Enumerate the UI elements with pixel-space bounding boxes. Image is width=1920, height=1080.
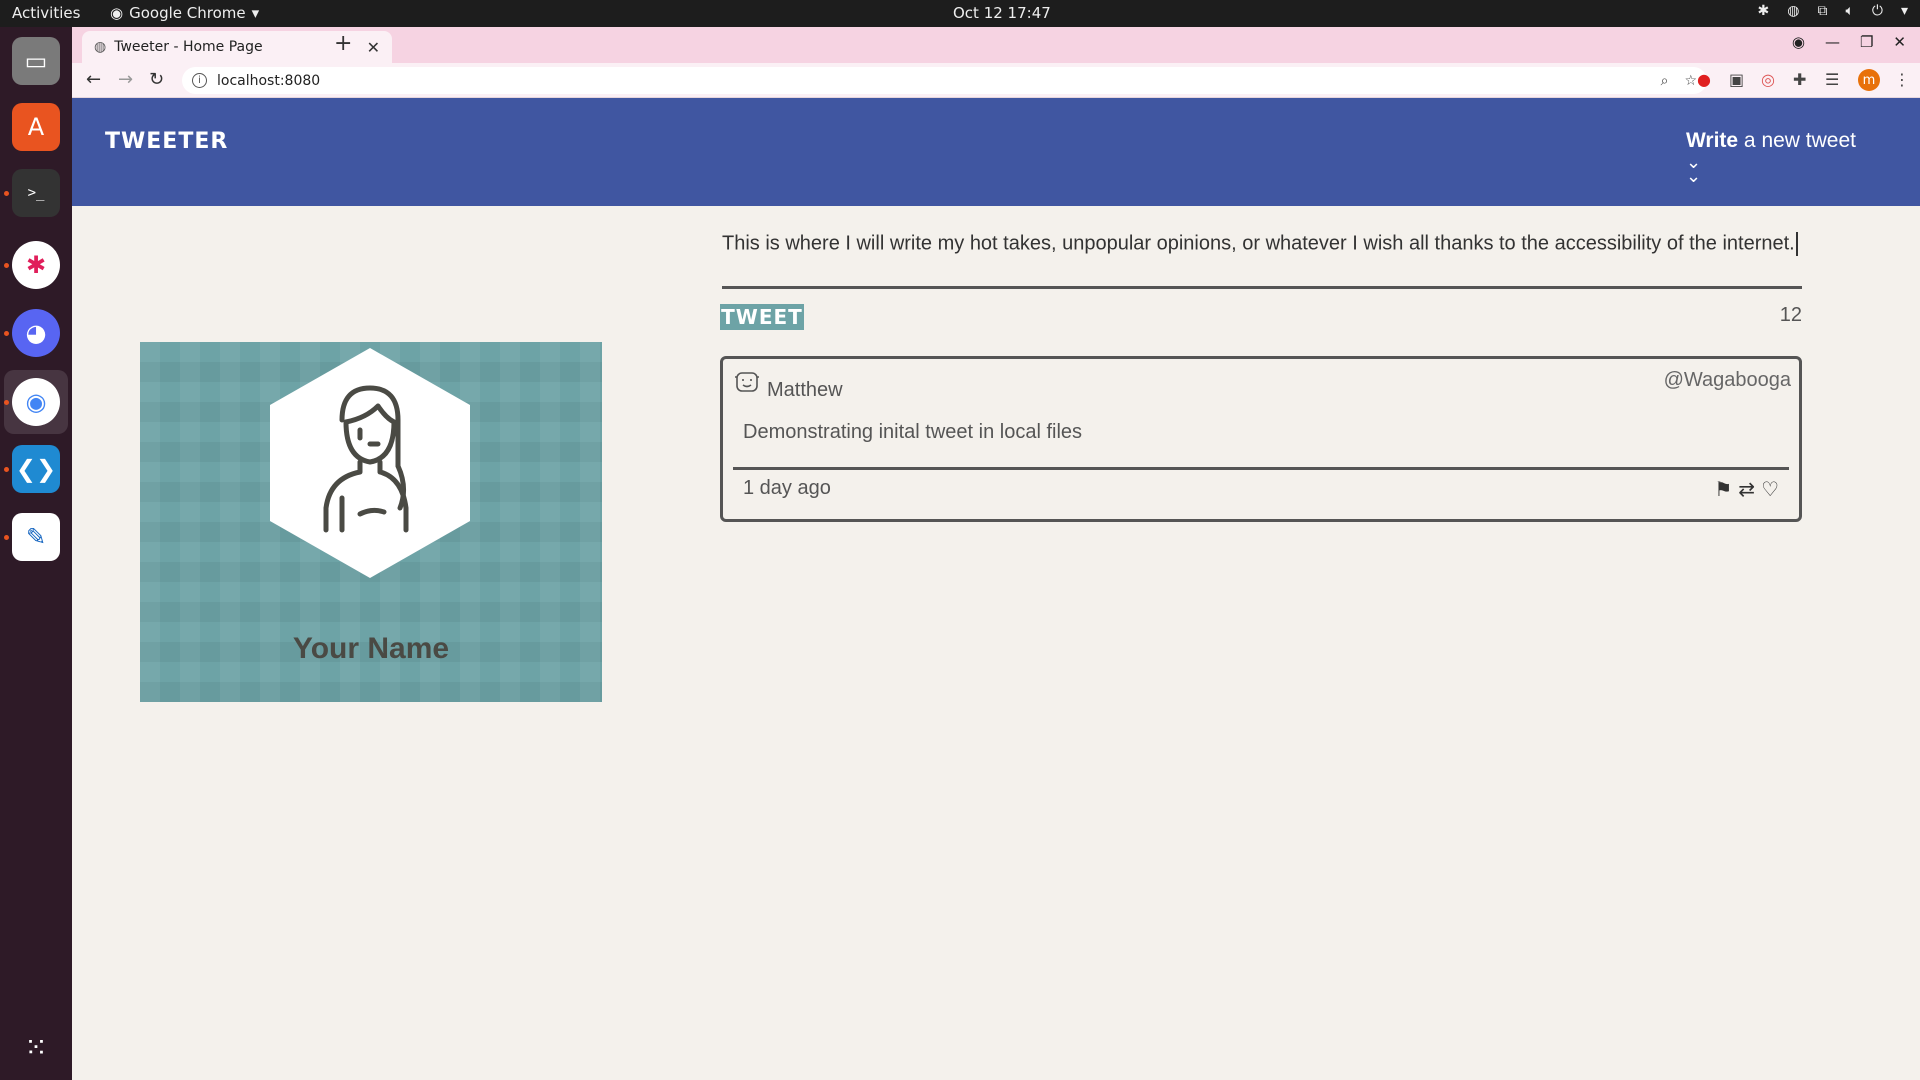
show-apps-icon[interactable]: ⁙	[12, 1023, 60, 1071]
tweet-text-value: This is where I will write my hot takes,…	[722, 232, 1795, 255]
running-indicator	[4, 467, 9, 472]
user-avatar-icon	[270, 348, 470, 578]
extension-icon[interactable]: ◎	[1761, 70, 1775, 89]
app-menu-label: Google Chrome	[129, 4, 246, 22]
running-indicator	[4, 400, 9, 405]
files-icon[interactable]: ▭	[12, 37, 60, 85]
software-icon[interactable]: A	[12, 103, 60, 151]
zoom-icon[interactable]: ⌕	[1661, 73, 1669, 89]
clock[interactable]: Oct 12 17:47	[953, 4, 1051, 22]
tweet-timestamp: 1 day ago	[743, 477, 831, 499]
browser-toolbar: ← → ↻ i localhost:8080 ⌕ ☆ ● ▣ ◎ ✚ ☰ m ⋮	[72, 63, 1920, 98]
bookmark-star-icon[interactable]: ☆	[1684, 73, 1697, 89]
power-icon[interactable]: ⏻	[1872, 3, 1883, 19]
slack-icon[interactable]: ✱	[12, 241, 60, 289]
close-window-icon[interactable]: ✕	[1893, 33, 1906, 51]
retweet-icon[interactable]: ⇄	[1738, 477, 1755, 501]
flag-icon[interactable]: ⚑	[1714, 477, 1732, 501]
profile-avatar[interactable]: m	[1858, 69, 1880, 91]
tweet-actions: ⚑ ⇄ ♡	[1714, 477, 1779, 501]
minimize-icon[interactable]: —	[1825, 33, 1840, 51]
url-text: localhost:8080	[217, 72, 321, 89]
tweet-author-avatar-icon	[735, 372, 759, 392]
heart-icon[interactable]: ♡	[1761, 477, 1779, 501]
site-info-icon[interactable]: i	[192, 73, 207, 88]
character-counter: 12	[1779, 304, 1802, 326]
extension-icon[interactable]: ▣	[1729, 70, 1744, 89]
tweet-author-name: Matthew	[767, 379, 843, 401]
running-indicator	[4, 535, 9, 540]
write-new-tweet-toggle[interactable]: Write a new tweet ⌄ ⌄	[1685, 129, 1856, 186]
activities-button[interactable]: Activities	[12, 4, 80, 22]
chrome-icon: ◉	[110, 4, 124, 22]
vscode-icon[interactable]: ❮❯	[12, 445, 60, 493]
tweet-article: Matthew @Wagabooga Demonstrating inital …	[720, 356, 1802, 522]
network-icon[interactable]: ⧉	[1817, 3, 1827, 19]
app-menu[interactable]: ◉ Google Chrome ▾	[110, 4, 259, 22]
volume-icon[interactable]: 🔈︎	[1845, 3, 1853, 19]
double-chevron-down-icon: ⌄ ⌄	[1685, 152, 1702, 186]
window-controls: ◉ — ❐ ✕	[1792, 33, 1906, 51]
tweet-textarea[interactable]: This is where I will write my hot takes,…	[722, 232, 1802, 256]
composer-divider	[722, 286, 1802, 289]
forward-icon[interactable]: →	[118, 69, 133, 90]
reload-icon[interactable]: ↻	[149, 69, 164, 90]
running-indicator	[4, 331, 9, 336]
text-editor-icon[interactable]: ✎	[12, 513, 60, 561]
reading-list-icon[interactable]: ☰	[1825, 70, 1839, 89]
web-page: TWEETER Write a new tweet ⌄ ⌄ Your Name T	[72, 98, 1920, 1080]
chevron-down-icon[interactable]: ▾	[1901, 3, 1908, 19]
kebab-menu-icon[interactable]: ⋮	[1894, 70, 1910, 89]
opera-extension-icon[interactable]: ●	[1697, 70, 1711, 89]
back-icon[interactable]: ←	[86, 69, 101, 90]
restore-icon[interactable]: ❐	[1860, 33, 1873, 51]
chrome-icon[interactable]: ◉	[12, 378, 60, 426]
system-tray[interactable]: ✱ ◍ ⧉ 🔈︎ ⏻ ▾	[1758, 3, 1908, 19]
profile-name: Your Name	[292, 632, 450, 665]
compose-label: a new tweet	[1738, 129, 1856, 152]
site-header: TWEETER Write a new tweet ⌄ ⌄	[72, 98, 1920, 206]
site-brand[interactable]: TWEETER	[105, 129, 228, 154]
slack-tray-icon[interactable]: ✱	[1758, 3, 1770, 19]
tab-strip: ◍ Tweeter - Home Page ✕ + ◉ — ❐ ✕	[72, 27, 1920, 63]
running-indicator	[4, 191, 9, 196]
tab-search-icon[interactable]: ◉	[1792, 33, 1805, 51]
discord-icon[interactable]: ◕	[12, 309, 60, 357]
tweet-content: Demonstrating inital tweet in local file…	[743, 421, 1083, 443]
running-indicator	[4, 263, 9, 268]
tweet-author-handle: @Wagabooga	[1663, 369, 1791, 391]
tweet-divider	[733, 467, 1789, 470]
puzzle-extensions-icon[interactable]: ✚	[1793, 70, 1806, 89]
compose-bold: Write	[1685, 129, 1739, 152]
globe-icon: ◍	[94, 39, 107, 55]
new-tab-button[interactable]: +	[334, 31, 352, 56]
text-caret	[1795, 232, 1798, 256]
tweet-submit-button[interactable]: TWEET	[720, 304, 804, 330]
profile-card: Your Name	[140, 342, 602, 702]
chevron-down-icon: ▾	[251, 4, 260, 22]
dock: ▭ A >_ ✱ ◕ ◉ ❮❯ ✎ ⁙	[0, 27, 72, 1080]
terminal-icon[interactable]: >_	[12, 169, 60, 217]
discord-tray-icon[interactable]: ◍	[1787, 3, 1799, 19]
address-bar[interactable]: i localhost:8080 ⌕ ☆	[182, 67, 1707, 94]
os-top-bar: Activities ◉ Google Chrome ▾ Oct 12 17:4…	[0, 0, 1920, 27]
tab-title: Tweeter - Home Page	[114, 39, 263, 55]
close-tab-icon[interactable]: ✕	[367, 38, 380, 57]
